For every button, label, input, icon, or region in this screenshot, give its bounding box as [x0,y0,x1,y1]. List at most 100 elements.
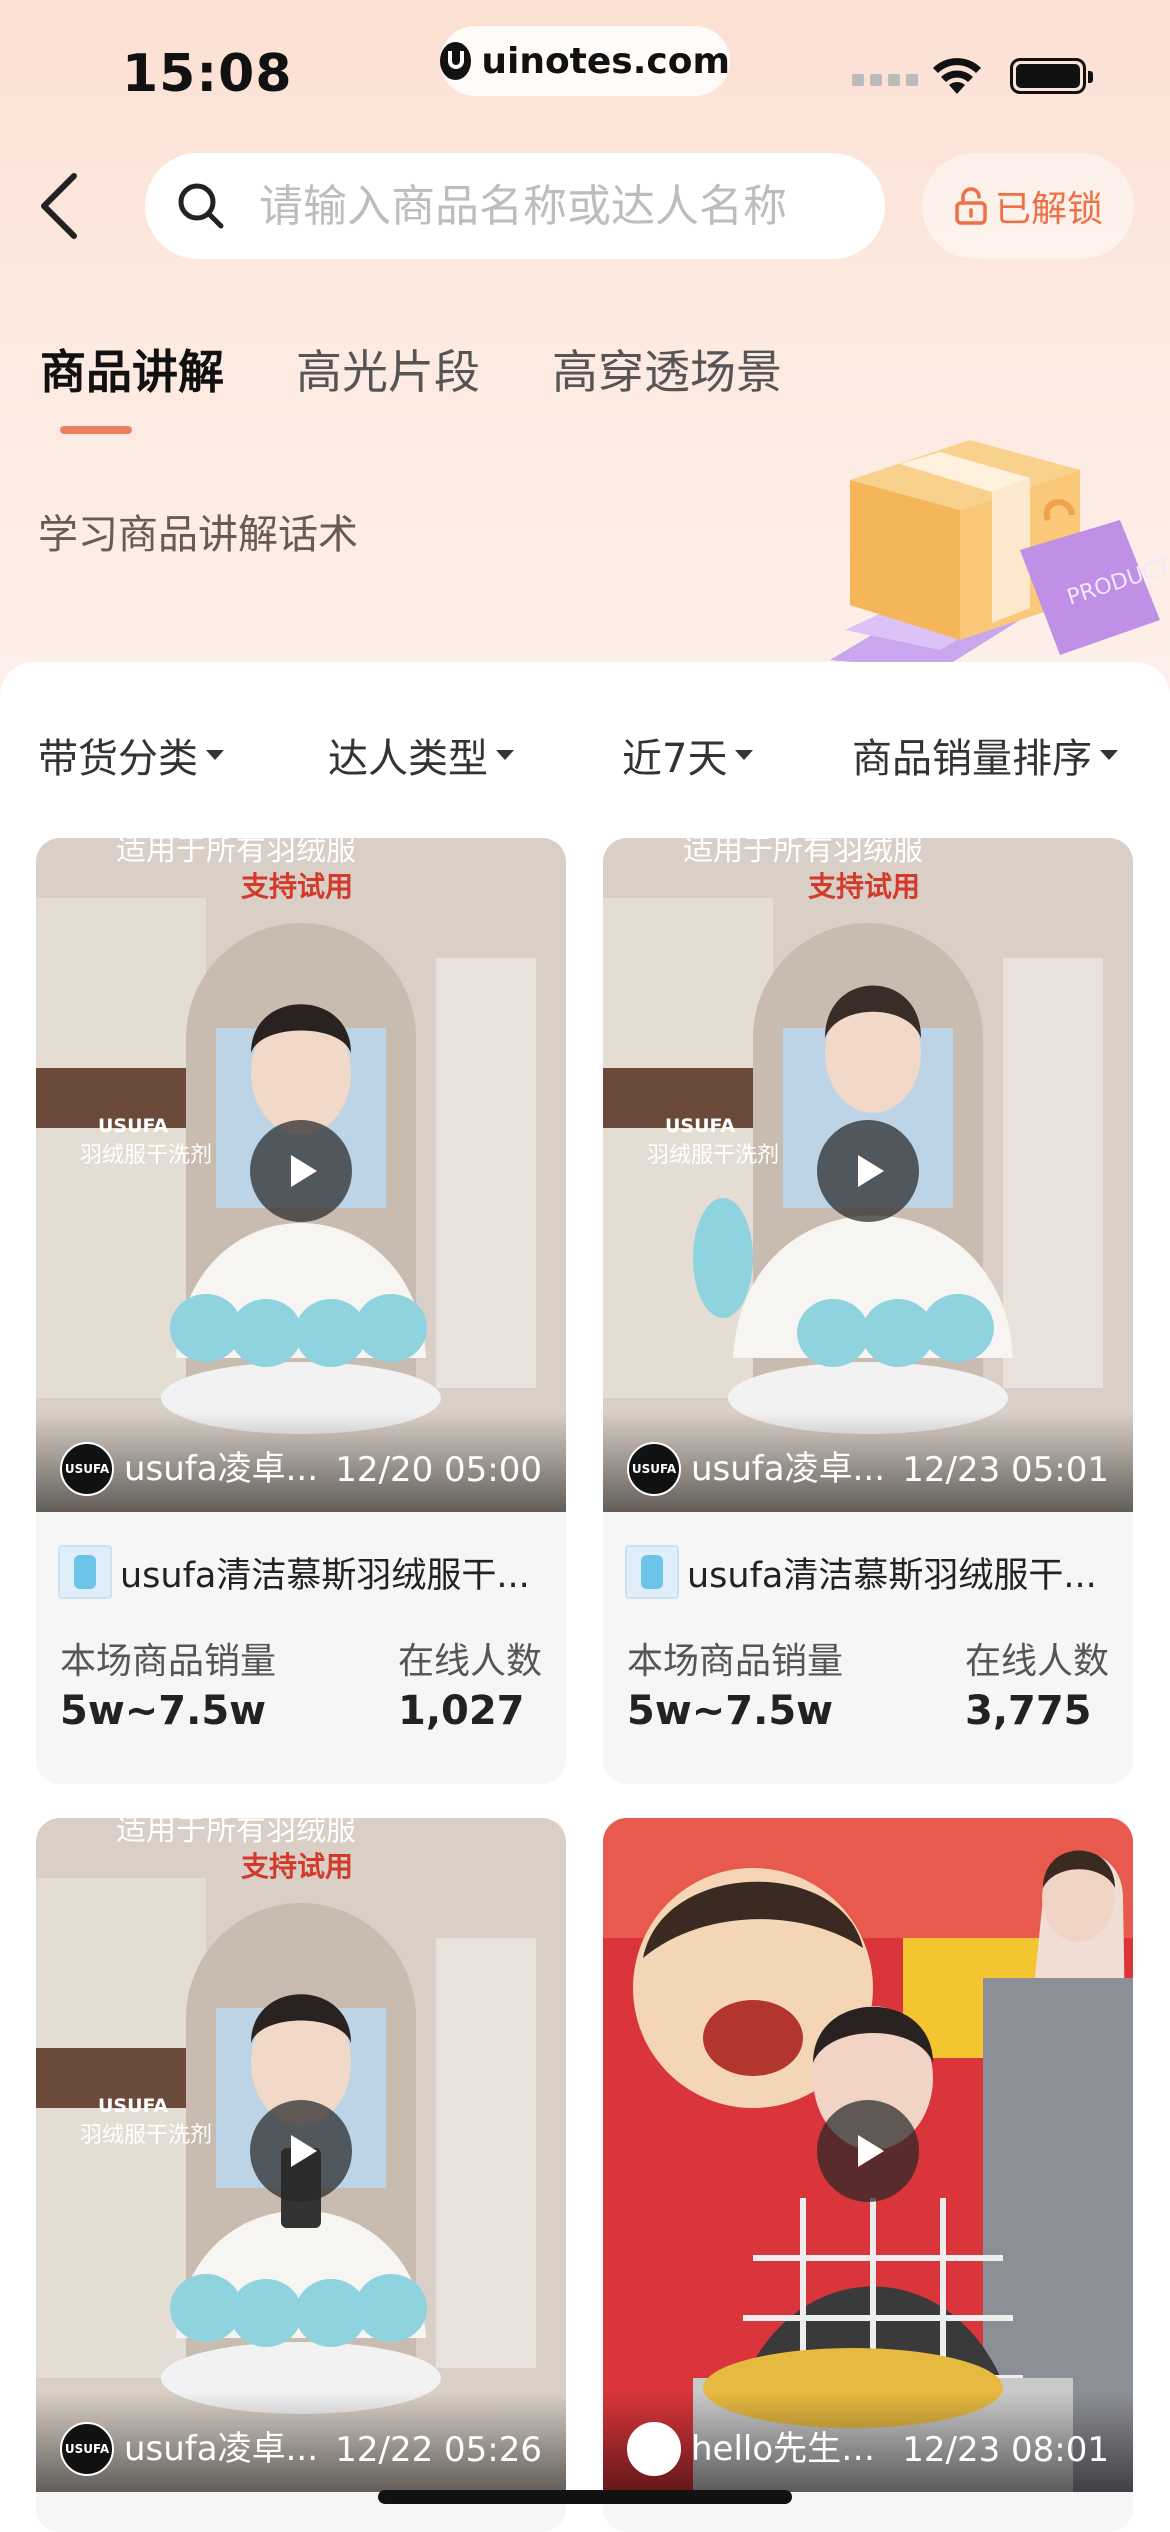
play-icon [858,2135,884,2167]
tab-highlight-clips[interactable]: 高光片段 [296,336,480,402]
filter-sort-label: 商品销量排序 [852,736,1092,782]
status-bar: 15:08 uinotes.com [0,0,1170,140]
avatar[interactable] [627,2422,681,2476]
site-logo-icon [440,42,472,80]
filter-creator-type[interactable]: 达人类型 [328,726,514,784]
video-meta-overlay: USUFA usufa凌卓... 12/20 05:00 [36,1412,566,1512]
banner-top-text: 适用于所有羽绒服 [116,838,356,868]
caret-down-icon [735,750,754,760]
unlock-label: 已解锁 [994,189,1103,230]
video-card[interactable]: USUFA 羽绒服干洗剂 适用于所有羽绒服 支持试用 USUFA usufa凌卓… [603,838,1133,1784]
wifi-icon [933,58,981,94]
online-stat: 在线人数 3,775 [965,1632,1109,1734]
card-stats: 本场商品销量 5w~7.5w 在线人数 3,775 [603,1602,1133,1734]
search-input[interactable] [259,180,819,232]
home-indicator[interactable] [378,2490,792,2504]
online-value: 1,027 [397,1688,525,1734]
sales-label: 本场商品销量 [60,1641,277,1682]
play-button[interactable] [250,1120,352,1222]
filter-date-range-label: 近7天 [622,736,728,782]
brand-sub-label: 羽绒服干洗剂 [80,2123,212,2148]
product-thumbnail [625,1545,679,1599]
video-card[interactable]: hello先生🍀... 12/23 08:01 [603,1818,1133,2532]
caret-down-icon [496,750,514,760]
play-icon [291,2135,317,2167]
video-thumbnail[interactable]: USUFA 羽绒服干洗剂 适用于所有羽绒服 支持试用 USUFA usufa凌卓… [36,1818,566,2492]
video-date: 12/22 05:26 [335,2430,542,2470]
avatar[interactable]: USUFA [627,1442,681,1496]
sales-label: 本场商品销量 [627,1641,844,1682]
tab-high-penetration[interactable]: 高穿透场景 [552,336,782,402]
filter-category-label: 带货分类 [38,736,198,782]
product-box-illustration: PRODUCT [830,440,1170,670]
tab-active-indicator [60,426,132,434]
url-pill[interactable]: uinotes.com [440,26,730,96]
play-button[interactable] [250,2100,352,2202]
banner-sub-text: 支持试用 [241,1850,353,1883]
sales-stat: 本场商品销量 5w~7.5w [627,1632,843,1734]
url-text: uinotes.com [481,40,730,82]
filter-bar: 带货分类 达人类型 近7天 商品销量排序 [0,726,1170,786]
product-row[interactable]: usufa清洁慕斯羽绒服干... [603,1512,1133,1602]
online-label: 在线人数 [964,1641,1109,1682]
product-name: usufa清洁慕斯羽绒服干... [687,1555,1097,1596]
filter-date-range[interactable]: 近7天 [622,726,754,784]
video-meta-overlay: hello先生🍀... 12/23 08:01 [603,2392,1133,2492]
video-thumbnail[interactable]: USUFA 羽绒服干洗剂 适用于所有羽绒服 支持试用 USUFA usufa凌卓… [603,838,1133,1512]
tab-bar: 商品讲解 高光片段 高穿透场景 [40,336,854,402]
author-name[interactable]: usufa凌卓... [124,1441,324,1490]
online-stat: 在线人数 1,027 [398,1632,542,1734]
video-thumbnail[interactable]: hello先生🍀... 12/23 08:01 [603,1818,1133,2492]
author-name[interactable]: usufa凌卓... [691,1441,891,1490]
play-button[interactable] [817,2100,919,2202]
page-subtitle: 学习商品讲解话术 [38,512,358,558]
caret-down-icon [206,750,224,760]
search-icon [178,183,224,229]
brand-sub-label: 羽绒服干洗剂 [647,1143,779,1168]
battery-icon [1010,58,1093,94]
online-value: 3,775 [964,1688,1092,1734]
brand-label: USUFA [98,2095,168,2117]
video-card[interactable]: USUFA 羽绒服干洗剂 适用于所有羽绒服 支持试用 USUFA usufa凌卓… [36,838,566,1784]
video-meta-overlay: USUFA usufa凌卓... 12/23 05:01 [603,1412,1133,1512]
signal-icon [852,74,918,86]
filter-sort[interactable]: 商品销量排序 [852,726,1118,784]
unlock-icon [955,187,987,225]
product-name: usufa清洁慕斯羽绒服干... [120,1555,530,1596]
product-thumbnail [58,1545,112,1599]
sales-stat: 本场商品销量 5w~7.5w [60,1632,276,1734]
card-stats: 本场商品销量 5w~7.5w 在线人数 1,027 [36,1602,566,1734]
caret-down-icon [1100,750,1118,760]
brand-sub-label: 羽绒服干洗剂 [80,1143,212,1168]
video-date: 12/23 08:01 [902,2430,1109,2470]
sales-value: 5w~7.5w [627,1688,834,1734]
play-icon [291,1155,317,1187]
avatar[interactable]: USUFA [60,2422,114,2476]
search-box[interactable] [145,153,885,259]
video-date: 12/23 05:01 [902,1450,1109,1490]
video-meta-overlay: USUFA usufa凌卓... 12/22 05:26 [36,2392,566,2492]
video-thumbnail[interactable]: USUFA 羽绒服干洗剂 适用于所有羽绒服 支持试用 USUFA usufa凌卓… [36,838,566,1512]
unlock-button[interactable]: 已解锁 [922,153,1134,259]
status-time: 15:08 [122,44,293,104]
brand-label: USUFA [665,1115,735,1137]
video-date: 12/20 05:00 [335,1450,542,1490]
back-arrow-icon[interactable] [28,168,98,244]
avatar[interactable]: USUFA [60,1442,114,1496]
banner-top-text: 适用于所有羽绒服 [683,838,923,868]
play-icon [858,1155,884,1187]
online-label: 在线人数 [397,1641,542,1682]
filter-creator-type-label: 达人类型 [328,736,488,782]
brand-label: USUFA [98,1115,168,1137]
product-row[interactable]: usufa清洁慕斯羽绒服干... [36,1512,566,1602]
play-button[interactable] [817,1120,919,1222]
filter-category[interactable]: 带货分类 [38,726,224,784]
tab-product-explain[interactable]: 商品讲解 [40,336,224,402]
video-card[interactable]: USUFA 羽绒服干洗剂 适用于所有羽绒服 支持试用 USUFA usufa凌卓… [36,1818,566,2532]
author-name[interactable]: hello先生🍀... [691,2421,891,2470]
banner-sub-text: 支持试用 [241,870,353,903]
banner-sub-text: 支持试用 [808,870,920,903]
banner-top-text: 适用于所有羽绒服 [116,1818,356,1848]
author-name[interactable]: usufa凌卓... [124,2421,324,2470]
sales-value: 5w~7.5w [60,1688,267,1734]
